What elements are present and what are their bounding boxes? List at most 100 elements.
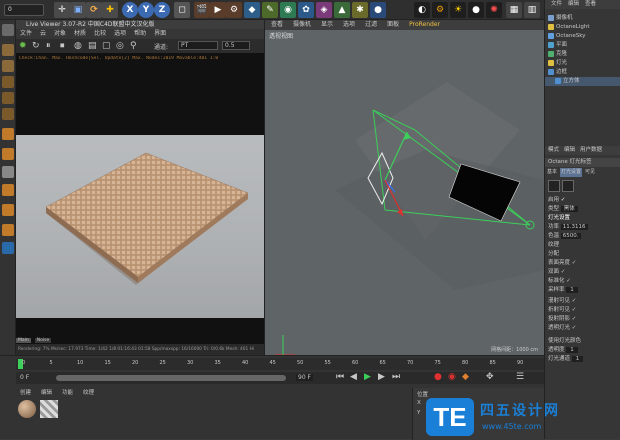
subtab-basic[interactable]: 基本: [547, 168, 557, 177]
vp-menu-options[interactable]: 选项: [343, 20, 355, 30]
render-view-icon[interactable]: ▶: [210, 2, 226, 18]
field-transparent-light[interactable]: 透明灯光 ✓: [545, 324, 620, 333]
octane-sun-icon[interactable]: ☀: [450, 2, 466, 18]
zoom-field[interactable]: 0.5: [222, 41, 250, 50]
edge-mode-icon[interactable]: [2, 92, 14, 104]
object-light[interactable]: 灯光: [545, 59, 620, 68]
light-icon[interactable]: ●: [370, 2, 386, 18]
camera-icon[interactable]: ✱: [352, 2, 368, 18]
vp-menu-prorender[interactable]: ProRender: [409, 20, 440, 30]
mode-field[interactable]: 0: [4, 4, 44, 16]
subtab-light-settings[interactable]: 灯光设置: [560, 168, 583, 177]
deformer-icon[interactable]: ◈: [316, 2, 332, 18]
subtab-visible[interactable]: 可见: [585, 168, 595, 177]
lv-menu-material[interactable]: 材质: [74, 29, 86, 39]
mat-menu-create[interactable]: 创建: [20, 388, 31, 396]
field-refraction-visible[interactable]: 折射可见 ✓: [545, 306, 620, 315]
stop-icon[interactable]: ⏹: [60, 41, 65, 51]
polygon-mode-icon[interactable]: [2, 108, 14, 120]
region-icon[interactable]: ▢: [102, 41, 111, 51]
object-mode-icon[interactable]: [2, 44, 14, 56]
field-texture[interactable]: 纹理: [545, 241, 620, 250]
lv-menu-compare[interactable]: 比较: [94, 29, 106, 39]
move-tool-icon[interactable]: ✛: [54, 2, 70, 18]
layout2-icon[interactable]: ▥: [524, 2, 540, 18]
field-light-pass[interactable]: 灯光通道 1: [545, 355, 620, 364]
object-border[interactable]: 边框: [545, 68, 620, 77]
mat-menu-texture[interactable]: 纹理: [83, 388, 94, 396]
prev-frame-icon[interactable]: ◀: [350, 372, 357, 382]
workplane-icon[interactable]: [2, 184, 14, 196]
object-octanelight[interactable]: OctaneLight: [545, 23, 620, 32]
field-power[interactable]: 功率 11.3116: [545, 223, 620, 232]
lock-icon[interactable]: [2, 204, 14, 216]
material-thumbnail-1[interactable]: [18, 400, 36, 418]
y-axis-button[interactable]: Y: [138, 2, 154, 18]
vp-menu-filter[interactable]: 过滤: [365, 20, 377, 30]
model-mode-icon[interactable]: [2, 24, 14, 36]
field-normalize[interactable]: 标准化 ✓: [545, 277, 620, 286]
mat-menu-function[interactable]: 功能: [62, 388, 73, 396]
lv-menu-cloud[interactable]: 云: [40, 29, 46, 39]
goto-start-icon[interactable]: ⏮: [336, 372, 344, 382]
object-cloner[interactable]: 克隆: [545, 50, 620, 59]
spline-icon[interactable]: ✎: [262, 2, 278, 18]
render-icon[interactable]: 🎬: [194, 2, 210, 18]
field-double-sided[interactable]: 双面 ✓: [545, 268, 620, 277]
nurbs-icon[interactable]: ◉: [280, 2, 296, 18]
rotate-tool-icon[interactable]: ⟳: [86, 2, 102, 18]
key-icon[interactable]: ◆: [462, 372, 469, 382]
pick-icon[interactable]: ⚲: [130, 41, 137, 51]
add-tool-icon[interactable]: ✚: [102, 2, 118, 18]
perspective-viewport[interactable]: 查看 摄像机 显示 选项 过滤 面板 ProRender 透视视图 网格间距：1…: [264, 20, 545, 355]
current-frame[interactable]: 0 F: [20, 374, 29, 381]
lv-menu-file[interactable]: 文件: [20, 29, 32, 39]
timeline-ruler[interactable]: 0 5 10 15 20 25 30 35 40 45 50 55 60 65 70 75 80 85 90: [16, 358, 544, 370]
z-axis-button[interactable]: Z: [154, 2, 170, 18]
field-opacity[interactable]: 透明度 1: [545, 346, 620, 355]
coord-icon[interactable]: ◻: [174, 2, 190, 18]
axis-icon[interactable]: [2, 128, 14, 140]
array-icon[interactable]: ✿: [298, 2, 314, 18]
field-diffuse-visible[interactable]: 漫射可见 ✓: [545, 297, 620, 306]
x-axis-button[interactable]: X: [122, 2, 138, 18]
field-use-light-color[interactable]: 使用灯光颜色: [545, 337, 620, 346]
lv-menu-help[interactable]: 帮助: [134, 29, 146, 39]
move-key-icon[interactable]: ✥: [486, 372, 494, 382]
layer-icon[interactable]: [2, 242, 14, 254]
octane-settings-icon[interactable]: ⚙: [432, 2, 448, 18]
autokey-icon[interactable]: ◉: [448, 372, 456, 382]
lv-menu-object[interactable]: 对象: [54, 29, 66, 39]
texture-mode-icon[interactable]: [2, 60, 14, 72]
point-mode-icon[interactable]: [2, 76, 14, 88]
lv-menu-options[interactable]: 选项: [114, 29, 126, 39]
tab-noise[interactable]: Noise: [34, 338, 52, 343]
save-icon[interactable]: ▤: [88, 41, 97, 51]
octane-sky-icon[interactable]: ●: [468, 2, 484, 18]
range-slider[interactable]: [56, 375, 286, 381]
pause-icon[interactable]: ⏸: [46, 41, 51, 51]
end-frame[interactable]: 90 F: [296, 374, 313, 381]
field-distribution[interactable]: 分配: [545, 250, 620, 259]
field-temperature[interactable]: 色温 6500.: [545, 232, 620, 241]
lock-view-icon[interactable]: ◍: [74, 41, 82, 51]
vp-menu-view[interactable]: 查看: [271, 20, 283, 30]
om-menu-file[interactable]: 文件: [551, 0, 562, 9]
object-cube[interactable]: 立方体: [545, 77, 620, 86]
scale-tool-icon[interactable]: ▣: [70, 2, 86, 18]
channel-select[interactable]: PT: [178, 41, 218, 50]
field-surface-brightness[interactable]: 表面亮度 ✓: [545, 259, 620, 268]
record-icon[interactable]: ●: [434, 372, 442, 382]
lv-menu-interface[interactable]: 界面: [154, 29, 166, 39]
scene-icon[interactable]: ▲: [334, 2, 350, 18]
refresh-icon[interactable]: ↻: [32, 41, 40, 51]
om-menu-edit[interactable]: 编辑: [568, 0, 579, 9]
object-camera[interactable]: 摄像机: [545, 14, 620, 23]
tweak-icon[interactable]: [2, 148, 14, 160]
vp-menu-camera[interactable]: 摄像机: [293, 20, 311, 30]
tab-main[interactable]: Main: [16, 338, 31, 343]
solo-icon[interactable]: [2, 224, 14, 236]
attr-tab-userdata[interactable]: 用户数据: [580, 146, 602, 155]
vp-menu-panel[interactable]: 面板: [387, 20, 399, 30]
render-settings-icon[interactable]: ⚙: [226, 2, 242, 18]
